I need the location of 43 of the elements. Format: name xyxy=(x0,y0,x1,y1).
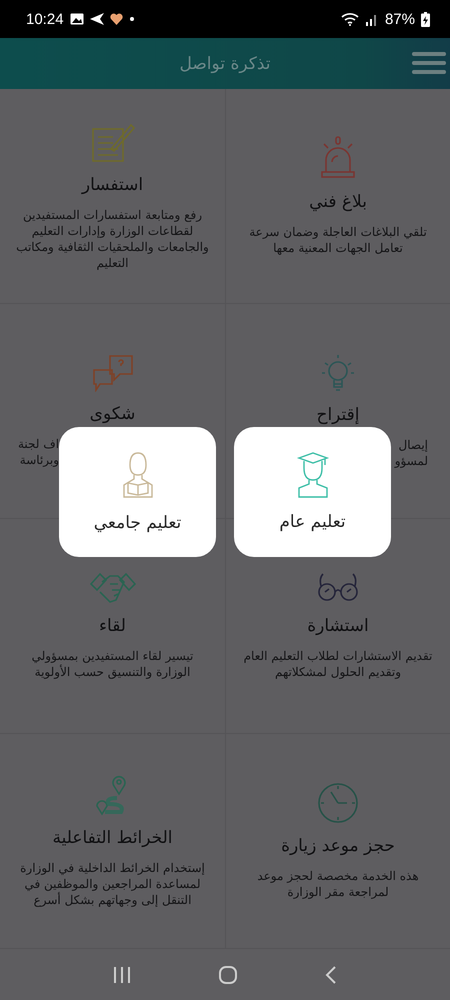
clock-icon xyxy=(317,782,359,824)
graduate-icon xyxy=(294,452,330,498)
service-title: استشارة xyxy=(307,616,369,636)
service-description: رفع ومتابعة استفسارات المستفيدين لقطاعات الوزارة وإدارات التعليم والجامعات والملحقيات الثقافية ومكاتب التعليم xyxy=(15,207,210,271)
service-description: هذه الخدمة مخصصة لحجز موعد لمراجعة مقر الوزارة xyxy=(256,868,420,900)
status-time: 10:24 xyxy=(26,10,64,28)
image-icon xyxy=(70,13,84,25)
home-icon[interactable] xyxy=(218,965,238,985)
chat-bubbles-icon xyxy=(92,354,134,392)
service-description: تلقي البلاغات العاجلة وضمان سرعة تعامل الجهات المعنية معها xyxy=(248,224,428,256)
notepad-icon xyxy=(90,121,134,163)
header-title: تذكرة تواصل xyxy=(180,54,270,74)
battery-percent: 87% xyxy=(384,10,415,28)
service-title: لقاء xyxy=(99,616,126,636)
service-tile[interactable]: الخرائط التفاعلية إستخدام الخرائط الداخلية في الوزارة لمساعدة المراجعين والموظفين في التنقل إلى وجهاتهم بشكل أسرع xyxy=(0,734,225,949)
back-icon[interactable] xyxy=(324,966,337,984)
heart-icon xyxy=(110,13,123,25)
send-icon xyxy=(90,13,104,25)
menu-icon[interactable] xyxy=(412,51,446,75)
education-option-menu[interactable]: تعليم عام xyxy=(234,427,391,557)
service-tile[interactable]: بلاغ فني تلقي البلاغات العاجلة وضمان سرعة تعامل الجهات المعنية معها xyxy=(225,89,450,304)
service-description: تقديم الاستشارات لطلاب التعليم العام وتقديم الحلول لمشكلاتهم xyxy=(242,648,434,680)
service-title: حجز موعد زيارة xyxy=(281,836,395,856)
service-title: الخرائط التفاعلية xyxy=(52,828,173,848)
service-title: إقتراح xyxy=(316,405,360,425)
lightbulb-icon xyxy=(321,353,355,393)
wifi-icon xyxy=(340,12,359,26)
service-tile[interactable]: حجز موعد زيارة هذه الخدمة مخصصة لحجز موعد لمراجعة مقر الوزارة xyxy=(225,734,450,949)
glasses-icon xyxy=(317,572,359,604)
service-description: إستخدام الخرائط الداخلية في الوزارة لمساعدة المراجعين والموظفين في التنقل إلى وجهاتهم بشكل أسرع xyxy=(19,860,206,908)
education-option-menu[interactable]: تعليم جامعي xyxy=(59,427,216,557)
battery-icon xyxy=(421,12,430,26)
recents-icon[interactable] xyxy=(113,966,132,984)
service-title: بلاغ فني xyxy=(309,192,367,212)
service-description: تيسير لقاء المستفيدين بمسؤولي الوزارة والتنسيق حسب الأولوية xyxy=(30,648,194,680)
handshake-icon xyxy=(90,572,136,604)
service-title: شكوى xyxy=(90,404,136,424)
dot-icon xyxy=(128,16,135,22)
signal-icon xyxy=(364,12,379,26)
service-tile[interactable]: استفسار رفع ومتابعة استفسارات المستفيدين لقطاعات الوزارة وإدارات التعليم والجامعات والملحقيات الثقافية ومكاتب التعليم xyxy=(0,89,225,304)
service-description: اف لجنة وبرئاسة xyxy=(17,436,60,468)
service-title: استفسار xyxy=(82,175,144,195)
service-description: إيصال لمسؤو xyxy=(394,437,429,469)
